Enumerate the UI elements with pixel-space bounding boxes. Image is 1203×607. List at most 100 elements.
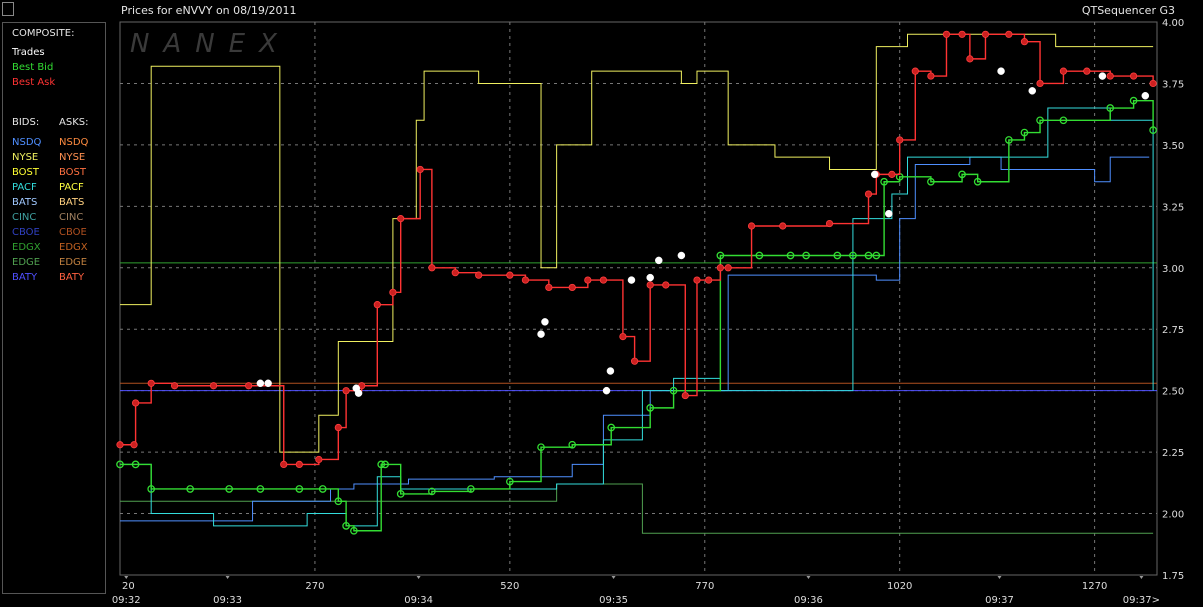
ask-point [545,283,553,292]
ask-point [1005,30,1013,38]
time-label: 09:37 [985,595,1014,606]
trade-point [870,170,879,179]
trade-point [256,379,265,388]
ask-point [942,30,951,38]
ask-point [1106,72,1114,80]
trade-point [264,379,272,388]
ask-point [209,382,218,390]
y-tick-label: 2.75 [1162,325,1184,336]
ask-point [295,460,303,468]
ask-point [619,332,627,341]
ask-point [342,387,350,395]
time-label: 09:36 [794,595,823,606]
ask-point [584,276,592,284]
ask-point [966,55,974,63]
ask-point [245,382,253,390]
trade-point [627,276,636,284]
ask-point [1149,79,1157,88]
ask-point [599,276,608,284]
ask-point [116,441,124,449]
watermark: NANEX [130,29,291,59]
trade-point [1028,87,1036,95]
ask-point [147,379,155,387]
ask-point [747,222,756,230]
ask-point [130,441,138,449]
ask-point [716,264,724,272]
ask-point [451,269,459,277]
price-chart[interactable]: NANEX 4.00 3.75 3.50 3.25 3.00 2.75 2.50 2.25 2.0… [0,0,1203,607]
ask-point [779,222,787,230]
x-tick-label: 770 [695,581,714,592]
ask-point [1020,38,1029,46]
ask-point [389,288,397,296]
trade-point [655,256,663,265]
ask-point [131,399,140,407]
x-tick-label: 520 [500,581,519,592]
trade-point [1098,72,1107,80]
ask-point [1083,67,1091,75]
time-marker [997,576,1002,579]
ask-point [1130,72,1138,80]
ask-point [1036,79,1044,88]
y-tick-label: 2.25 [1162,448,1184,459]
time-marker [124,576,129,579]
x-tick-label: 1020 [887,581,912,592]
ask-point [693,276,701,284]
ask-point [1059,67,1068,75]
time-label: 09:34 [404,595,433,606]
ask-point [170,382,179,390]
trade-point [1141,91,1150,100]
ask-point [646,281,654,289]
trade-point [997,67,1005,75]
ask-point [428,264,436,272]
ask-point [373,301,381,309]
ask-point [334,423,342,432]
ask-point [280,460,288,468]
plot-frame [119,21,1158,576]
trade-point [606,367,615,375]
y-tick-label: 2.00 [1162,510,1184,521]
time-marker [225,576,230,579]
ask-point [662,281,670,289]
ask-point [864,190,873,198]
ask-point [475,271,483,279]
ask-point [681,391,689,400]
ask-point [568,283,576,292]
ask-point [506,271,514,279]
x-tick-label: 20 [122,581,135,592]
ask-point [896,136,904,144]
trade-point [885,209,893,218]
y-tick-label: 3.75 [1162,79,1184,90]
y-tick-label: 3.25 [1162,202,1184,213]
trade-point [646,273,654,282]
ask-point [958,30,966,38]
trade-point [541,318,549,326]
y-tick-label: 2.50 [1162,387,1184,398]
ask-point [825,219,834,228]
trade-point [602,386,611,395]
y-tick-label: 4.00 [1162,18,1184,29]
ask-point [705,276,713,284]
trade-point [677,251,686,260]
trade-point [354,389,363,397]
time-marker [1139,576,1144,579]
x-tick-label: 1270 [1082,581,1107,592]
ask-point [521,276,530,284]
ask-point [397,215,405,223]
trade-point [537,330,545,338]
ask-point [927,72,935,80]
time-marker [611,576,616,579]
y-tick-label: 3.50 [1162,141,1184,152]
ask-point [724,264,732,272]
time-marker [416,576,421,579]
ask-point [416,165,424,174]
ask-point [911,67,919,75]
x-tick-label: 270 [305,581,324,592]
time-label: 09:32 [112,595,141,606]
time-marker [806,576,811,579]
time-label: 09:33 [213,595,242,606]
time-label: 09:35 [599,595,628,606]
ask-point [981,30,990,38]
time-label: 09:37> [1123,595,1160,606]
y-tick-label: 3.00 [1162,264,1184,275]
